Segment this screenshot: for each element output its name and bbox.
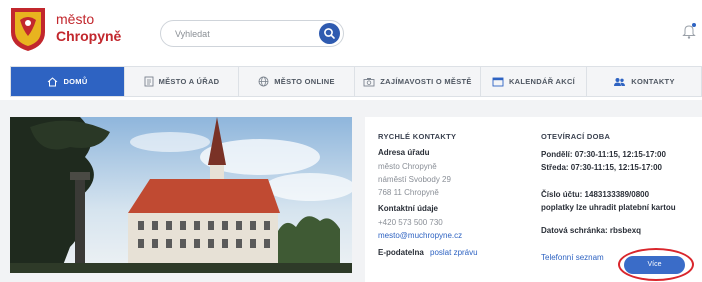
data-box-id: Datová schránka: rbsbexq [541, 226, 642, 235]
brand-line1: město [56, 11, 95, 27]
nav-item-label: DOMŮ [63, 77, 88, 86]
quick-contacts-title: RYCHLÉ KONTAKTY [378, 132, 457, 141]
address-line: 768 11 Chropyně [378, 188, 439, 197]
highlight-circle [618, 248, 694, 281]
nav-item-label: MĚSTO ONLINE [274, 77, 335, 86]
people-icon [613, 77, 626, 87]
search-button[interactable] [319, 23, 340, 44]
nav-item-label: KALENDÁŘ AKCÍ [508, 77, 576, 86]
monday-hours: Pondělí: 07:30-11:15, 12:15-17:00 [541, 150, 666, 159]
card-payment-note: poplatky lze uhradit platební kartou [541, 203, 676, 212]
search-input[interactable] [175, 26, 315, 42]
search-icon [324, 28, 335, 39]
calendar-icon [492, 77, 504, 87]
nav-item-home[interactable]: DOMŮ [11, 67, 125, 96]
search-box [160, 20, 344, 47]
nav-item-city-office[interactable]: MĚSTO A ÚŘAD [125, 67, 239, 96]
notification-bell-icon[interactable] [681, 22, 697, 40]
nav-item-attractions[interactable]: ZAJÍMAVOSTI O MĚSTĚ [355, 67, 481, 96]
nav-item-label: MĚSTO A ÚŘAD [158, 77, 220, 86]
phone-number: +420 573 500 730 [378, 218, 443, 227]
opening-hours-title: OTEVÍRACÍ DOBA [541, 132, 611, 141]
chateau-photo [10, 117, 352, 273]
office-address-label: Adresa úřadu [378, 148, 430, 157]
epodatelna-label: E-podatelna [378, 248, 424, 257]
nav-item-contacts[interactable]: KONTAKTY [587, 67, 701, 96]
wednesday-hours: Středa: 07:30-11:15, 12:15-17:00 [541, 163, 662, 172]
phonebook-link[interactable]: Telefonní seznam [541, 253, 604, 262]
nav-item-label: KONTAKTY [631, 77, 675, 86]
brand-line2: Chropyně [56, 28, 122, 44]
nav-item-calendar[interactable]: KALENDÁŘ AKCÍ [481, 67, 587, 96]
document-icon [144, 76, 154, 87]
address-line: město Chropyně [378, 162, 437, 171]
header: město Chropyně [0, 0, 702, 60]
nav-item-city-online[interactable]: MĚSTO ONLINE [239, 67, 355, 96]
account-number: Číslo účtu: 1483133389/0800 [541, 190, 650, 199]
nav-item-label: ZAJÍMAVOSTI O MĚSTĚ [380, 77, 472, 86]
contact-details-label: Kontaktní údaje [378, 204, 439, 213]
brand-name[interactable]: město Chropyně [56, 11, 121, 45]
email-link[interactable]: mesto@muchropyne.cz [378, 231, 462, 240]
camera-icon [363, 77, 375, 87]
globe-icon [258, 76, 269, 87]
city-crest-logo[interactable] [9, 6, 47, 52]
home-icon [47, 76, 58, 87]
address-line: náměstí Svobody 29 [378, 175, 451, 184]
send-message-link[interactable]: poslat zprávu [430, 248, 478, 257]
main-navigation: DOMŮ MĚSTO A ÚŘAD MĚSTO ONLINE ZAJÍMAVOS… [10, 66, 702, 97]
